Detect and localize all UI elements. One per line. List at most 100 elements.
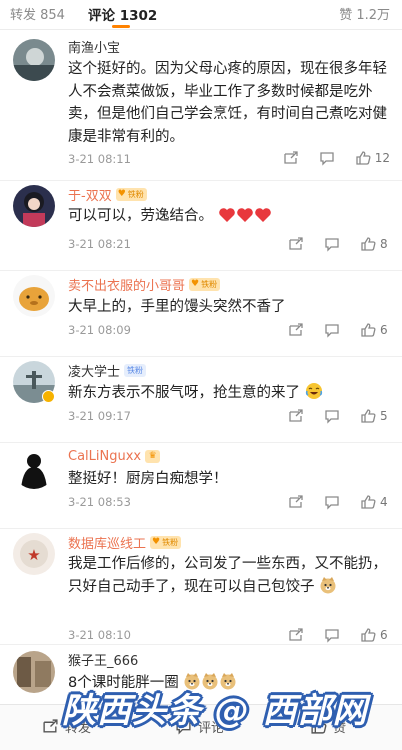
username[interactable]: 卖不出衣服的小哥哥 — [68, 275, 185, 294]
like-button[interactable]: 5 — [359, 407, 390, 425]
like-button[interactable]: 12 — [354, 149, 390, 167]
comment-header: 于-双双 ♥ 铁粉 — [68, 185, 147, 204]
bottom-like-label: 赞 — [333, 721, 347, 736]
like-button[interactable]: 6 — [359, 321, 390, 339]
bottom-like-button[interactable]: 赞 — [310, 717, 346, 736]
username[interactable]: 猴子王_666 — [68, 650, 138, 669]
timestamp: 3-21 09:17 — [68, 409, 131, 423]
comment-actions: 6 — [269, 321, 390, 339]
avatar[interactable] — [13, 651, 55, 693]
thumb-up-icon — [359, 407, 377, 425]
fan-badge: ♥ 铁粉 — [115, 187, 147, 201]
repost-icon[interactable] — [287, 493, 305, 511]
reply-icon[interactable] — [318, 149, 336, 167]
like-count: 6 — [380, 323, 388, 337]
like-button[interactable]: 8 — [359, 235, 390, 253]
crown-badge-icon: ♛ — [145, 449, 161, 463]
comment-item: 南渔小宝 这个挺好的。因为父母心疼的原因，现在很多年轻人不会煮菜做饭，毕业工作了… — [0, 31, 402, 181]
comment-header: 数据库巡线工 ♥ 铁粉 — [68, 533, 182, 552]
red-heart-icon — [218, 207, 236, 231]
bottom-comment-label: 评论 — [198, 721, 225, 736]
thumb-up-icon — [359, 626, 377, 644]
reply-icon[interactable] — [323, 493, 341, 511]
thumb-up-icon — [354, 149, 372, 167]
doge-icon — [183, 672, 201, 698]
doge-icon — [319, 576, 337, 602]
like-count: 8 — [380, 237, 388, 251]
comment-actions: 4 — [269, 493, 390, 511]
comment-header: 南渔小宝 — [68, 37, 120, 56]
verified-badge-icon — [42, 390, 55, 403]
comment-item: 于-双双 ♥ 铁粉 可以可以，劳逸结合。 3-21 08:21 8 — [0, 181, 402, 271]
bottom-repost-label: 转发 — [65, 721, 92, 736]
username[interactable]: CalLiNguxx — [68, 449, 141, 464]
like-count: 6 — [380, 628, 388, 642]
username[interactable]: 凌大学士 — [68, 361, 120, 380]
fan-badge: ♥ 铁粉 — [189, 277, 221, 291]
timestamp: 3-21 08:10 — [68, 628, 131, 642]
thumb-up-icon — [310, 718, 327, 735]
avatar[interactable] — [13, 39, 55, 81]
comment-actions: 5 — [269, 407, 390, 425]
username[interactable]: 南渔小宝 — [68, 37, 120, 56]
comment-item: ★ 数据库巡线工 ♥ 铁粉 我是工作后修的，公司发了一些东西，又不能扔，只好自己动… — [0, 529, 402, 645]
comment-text: 整挺好！厨房白痴想学！ — [68, 471, 228, 487]
username[interactable]: 于-双双 — [68, 185, 112, 204]
comment-header: 猴子王_666 — [68, 650, 138, 669]
heart-icon: ♥ — [152, 537, 161, 547]
repost-icon[interactable] — [287, 235, 305, 253]
red-heart-icon — [236, 207, 254, 231]
laugh-cry-icon — [305, 382, 323, 408]
repost-icon[interactable] — [287, 407, 305, 425]
avatar[interactable]: ★ — [13, 533, 55, 575]
comment-header: 卖不出衣服的小哥哥 ♥ 铁粉 — [68, 275, 221, 294]
repost-icon[interactable] — [287, 626, 305, 644]
comment-text: 8个课时能胖一圈 — [68, 672, 390, 698]
comment-icon — [175, 718, 192, 735]
reply-icon[interactable] — [323, 626, 341, 644]
comment-item: 卖不出衣服的小哥哥 ♥ 铁粉 大早上的，手里的馒头突然不香了 3-21 08:09… — [0, 271, 402, 357]
heart-icon: ♥ — [117, 189, 126, 199]
fan-badge: ♥ 铁粉 — [150, 535, 182, 549]
like-count: 5 — [380, 409, 388, 423]
thumb-up-icon — [359, 321, 377, 339]
timestamp: 3-21 08:09 — [68, 323, 131, 337]
reply-icon[interactable] — [323, 407, 341, 425]
comment-actions: 12 — [264, 149, 390, 167]
thumb-up-icon — [359, 493, 377, 511]
doge-icon — [201, 672, 219, 698]
reply-icon[interactable] — [323, 321, 341, 339]
comment-actions: 8 — [269, 235, 390, 253]
svg-text:★: ★ — [27, 546, 40, 564]
doge-icon — [219, 672, 237, 698]
repost-icon[interactable] — [282, 149, 300, 167]
timestamp: 3-21 08:21 — [68, 237, 131, 251]
like-button[interactable]: 4 — [359, 493, 390, 511]
active-tab-indicator — [112, 25, 130, 28]
comment-text: 大早上的，手里的馒头突然不香了 — [68, 299, 286, 315]
avatar[interactable] — [13, 185, 55, 227]
avatar[interactable] — [13, 275, 55, 317]
comment-text: 可以可以，劳逸结合。 — [68, 205, 390, 231]
reply-icon[interactable] — [323, 235, 341, 253]
timestamp: 3-21 08:11 — [68, 152, 131, 166]
comment-item: 凌大学士 铁粉 新东方表示不服气呀，抢生意的来了 3-21 09:17 5 — [0, 357, 402, 443]
timestamp: 3-21 08:53 — [68, 495, 131, 509]
tab-comment[interactable]: 评论 1302 — [88, 4, 157, 24]
heart-icon: ♥ — [191, 279, 200, 289]
tab-like[interactable]: 赞 1.2万 — [339, 4, 390, 23]
bottom-comment-button[interactable]: 评论 — [175, 717, 224, 736]
comment-header: 凌大学士 铁粉 — [68, 361, 147, 380]
avatar[interactable] — [13, 447, 55, 489]
comment-text: 这个挺好的。因为父母心疼的原因，现在很多年轻人不会煮菜做饭，毕业工作了多数时候都… — [68, 61, 387, 145]
like-button[interactable]: 6 — [359, 626, 390, 644]
bottom-repost-button[interactable]: 转发 — [42, 717, 91, 736]
tab-repost[interactable]: 转发 854 — [10, 4, 65, 23]
username[interactable]: 数据库巡线工 — [68, 533, 146, 552]
member-badge: 铁粉 — [124, 363, 147, 377]
comment-actions: 6 — [269, 626, 390, 644]
thumb-up-icon — [359, 235, 377, 253]
repost-icon[interactable] — [287, 321, 305, 339]
comment-item: 猴子王_666 8个课时能胖一圈 — [0, 645, 402, 705]
red-heart-icon — [254, 207, 272, 231]
